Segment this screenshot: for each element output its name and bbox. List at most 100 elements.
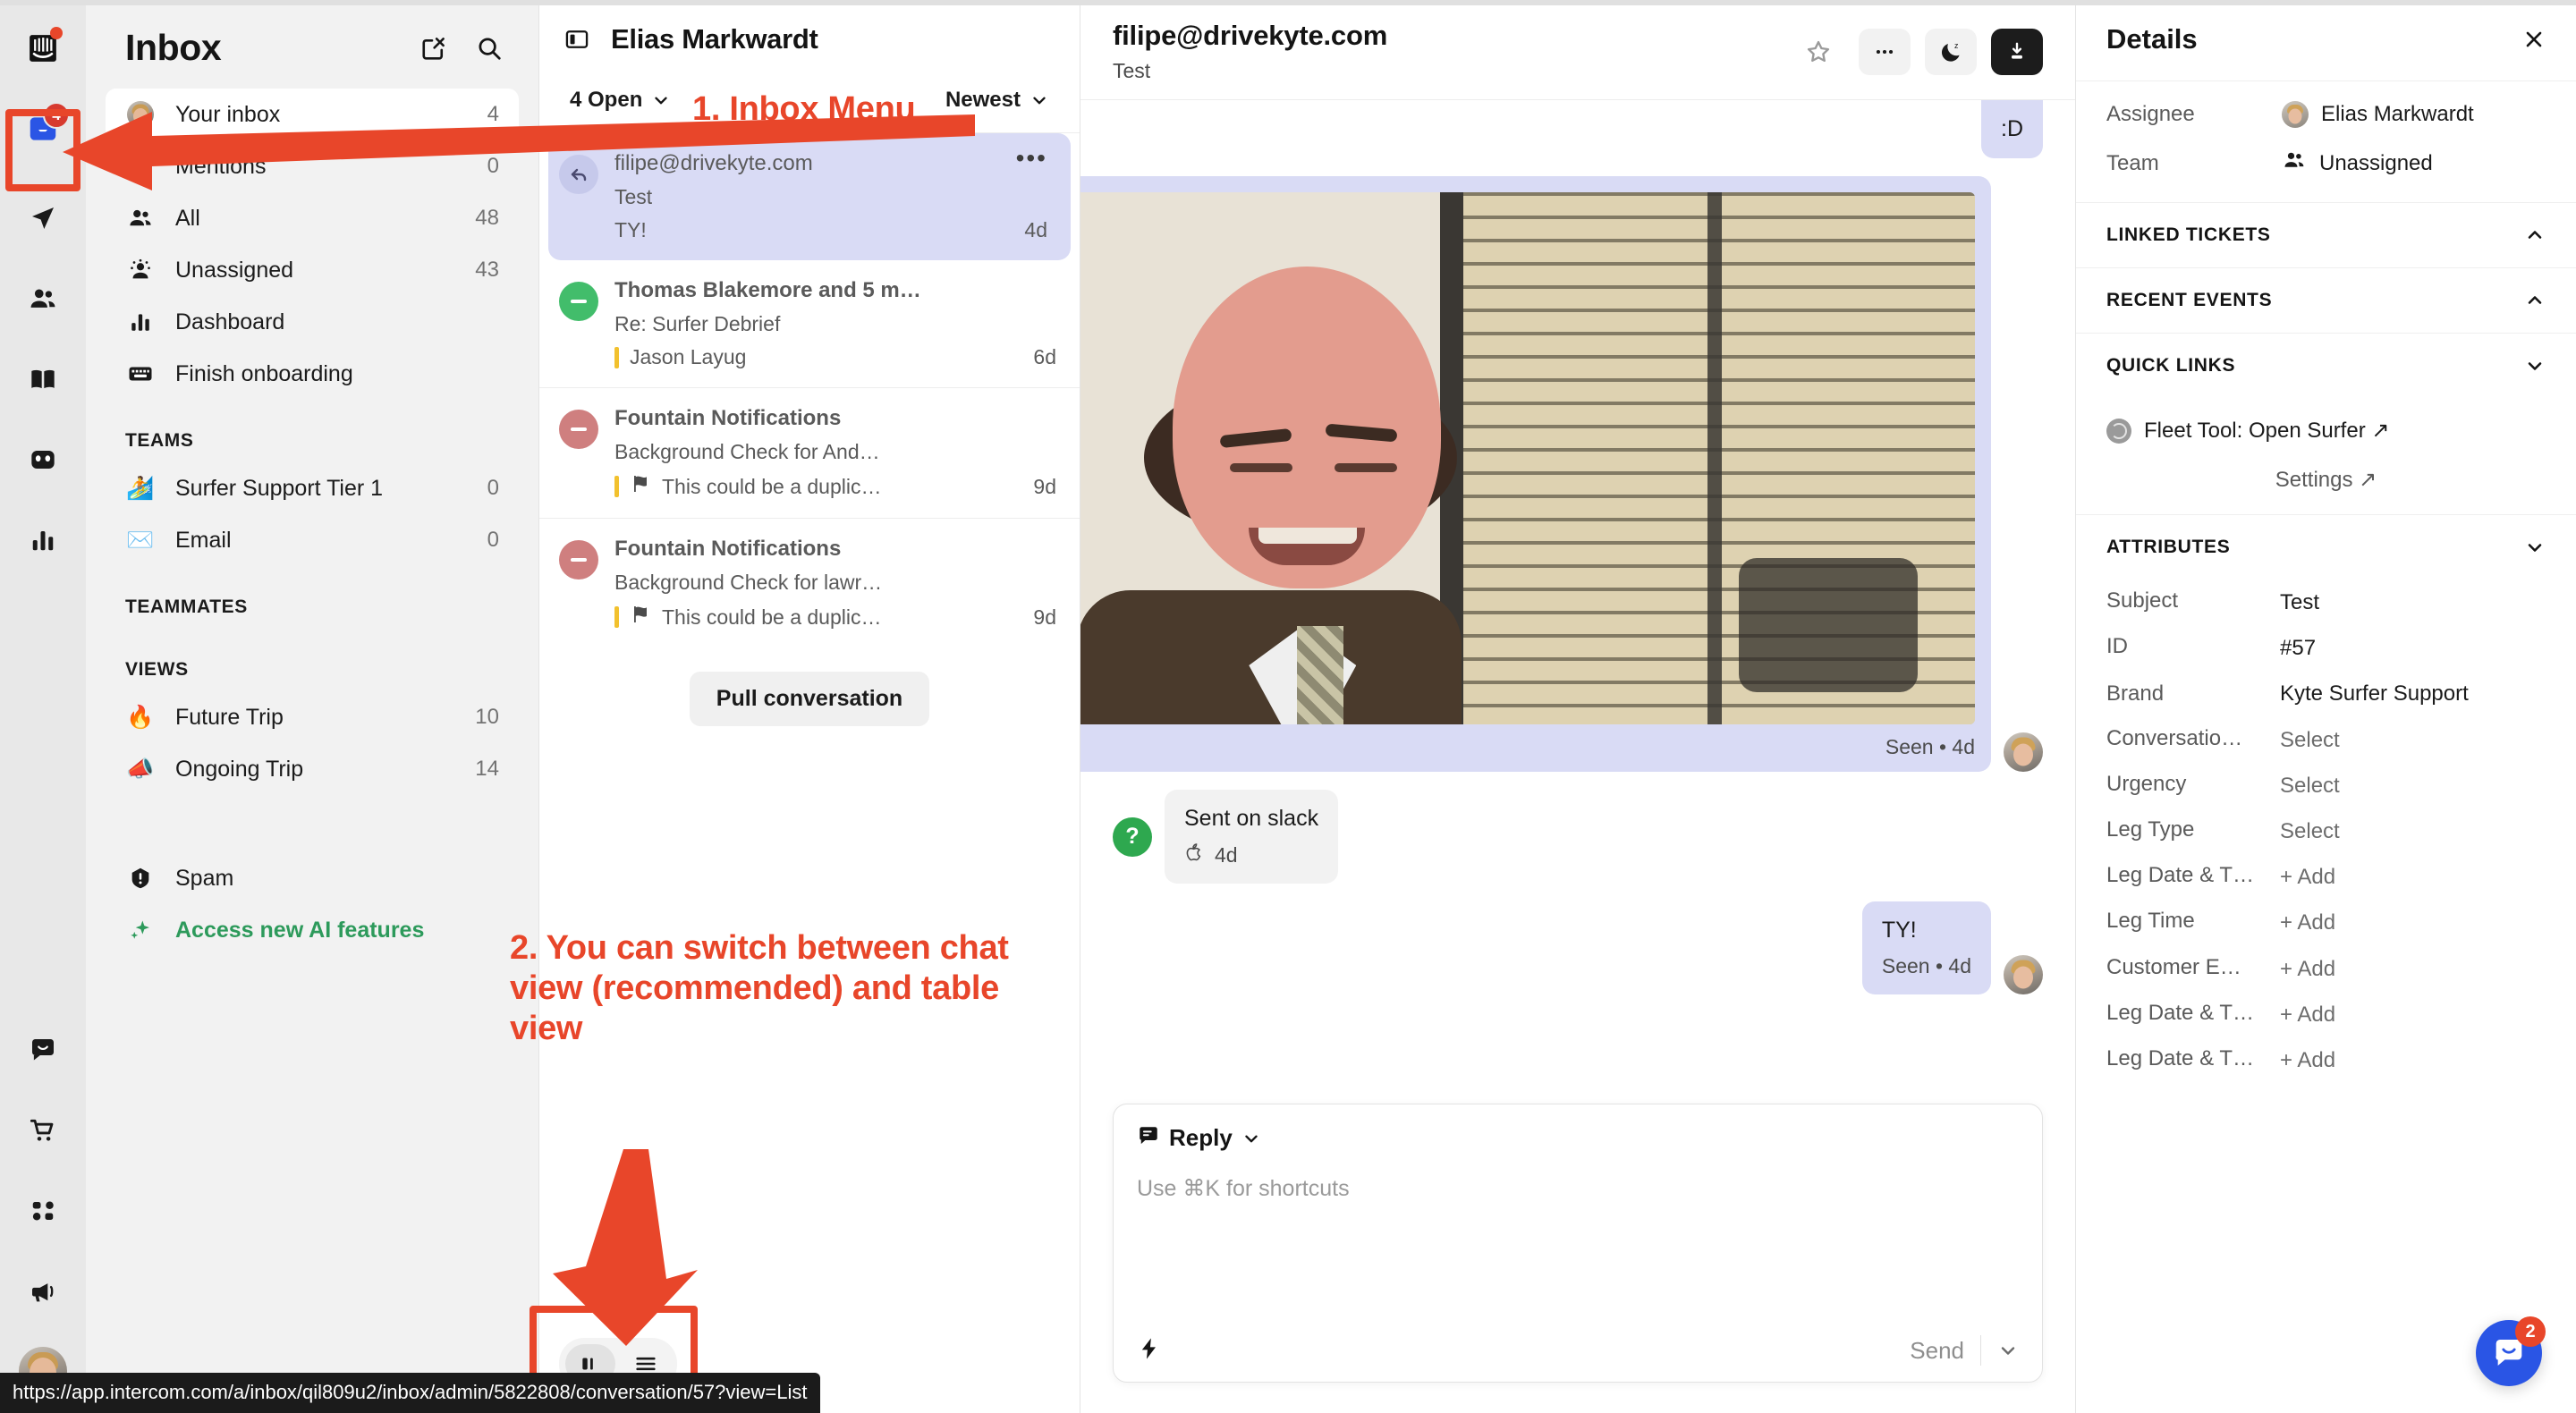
sidebar-item-ongoing-trip[interactable]: 📣 Ongoing Trip 14 (106, 743, 519, 795)
table-row[interactable]: Fountain Notifications Background Check … (539, 387, 1080, 518)
attribute-row[interactable]: Leg Date & T… + Add (2106, 1046, 2546, 1074)
table-row[interactable]: Fountain Notifications Background Check … (539, 518, 1080, 648)
panel-toggle-icon[interactable] (564, 27, 589, 52)
attribute-value: Select (2280, 818, 2340, 843)
message-row: ? Sent on slack 4d (1113, 790, 2043, 884)
composer-footer: Send (1137, 1335, 2019, 1366)
sidebar-item-label: Email (175, 527, 232, 553)
launcher-unread-badge: 2 (2515, 1316, 2546, 1347)
attribute-row[interactable]: Conversatio… Select (2106, 726, 2546, 754)
sidebar-item-label: Spam (175, 865, 234, 891)
avatar (2004, 732, 2043, 772)
intercom-messenger-launcher[interactable]: 2 (2476, 1316, 2546, 1386)
contacts-icon[interactable] (18, 274, 68, 324)
envelope-emoji-icon: ✉️ (126, 527, 155, 553)
attribute-row[interactable]: Leg Type Select (2106, 817, 2546, 845)
apps-grid-icon[interactable] (18, 1186, 68, 1236)
details-section-linked-tickets[interactable]: LINKED TICKETS (2076, 203, 2576, 268)
sidebar-item-surfer-support-tier-1[interactable]: 🏄 Surfer Support Tier 1 0 (106, 462, 519, 514)
table-row[interactable]: filipe@drivekyte.com ••• Test TY! 4d (548, 133, 1071, 260)
compose-icon[interactable] (420, 35, 447, 62)
messenger-chat-icon[interactable] (18, 1025, 68, 1075)
reports-bar-chart-icon[interactable] (18, 515, 68, 565)
conversation-row-top: Fountain Notifications (614, 406, 1056, 431)
nav-section-teams-title: TEAMS (125, 430, 194, 451)
knowledge-book-icon[interactable] (18, 354, 68, 404)
search-icon[interactable] (476, 35, 503, 62)
section-title: LINKED TICKETS (2106, 224, 2271, 245)
attribute-row[interactable]: Customer E… + Add (2106, 955, 2546, 983)
attribute-label: Leg Date & T… (2106, 863, 2254, 888)
unread-bar-icon (614, 476, 619, 497)
reply-composer[interactable]: Reply Use ⌘K for shortcuts Send (1113, 1104, 2043, 1383)
pull-conversation-button[interactable]: Pull conversation (689, 672, 930, 726)
chevron-up-icon (2528, 231, 2542, 239)
notification-dot (50, 27, 63, 39)
sidebar-item-future-trip[interactable]: 🔥 Future Trip 10 (106, 691, 519, 743)
details-row-team[interactable]: Team Unassigned (2106, 148, 2546, 179)
news-megaphone-icon[interactable] (18, 1266, 68, 1316)
sidebar-item-label: Finish onboarding (175, 360, 353, 386)
message-status: Seen • 4d (1885, 735, 1975, 758)
conversation-sender: Thomas Blakemore and 5 m… (614, 278, 921, 302)
attribute-row[interactable]: Leg Time + Add (2106, 909, 2546, 936)
quick-links-settings-link[interactable]: Settings ↗ (2106, 454, 2546, 493)
sidebar-item-finish-onboarding[interactable]: Finish onboarding (106, 348, 519, 400)
attribute-row[interactable]: Subject Test (2106, 588, 2546, 616)
sidebar-item-all[interactable]: All 48 (106, 192, 519, 244)
details-section-recent-events[interactable]: RECENT EVENTS (2076, 268, 2576, 334)
attribute-label: Leg Date & T… (2106, 1045, 2254, 1070)
attribute-row[interactable]: Brand Kyte Surfer Support (2106, 680, 2546, 707)
intercom-logo-icon[interactable] (18, 23, 68, 73)
section-title: ATTRIBUTES (2106, 537, 2231, 557)
more-options-icon[interactable]: ••• (1016, 146, 1047, 171)
status-filter-dropdown[interactable]: 4 Open (570, 88, 671, 113)
commerce-cart-icon[interactable] (18, 1105, 68, 1155)
sidebar-item-label: Surfer Support Tier 1 (175, 475, 384, 501)
fin-ai-icon[interactable] (18, 435, 68, 485)
sidebar-item-count: 48 (475, 206, 499, 230)
table-row[interactable]: Thomas Blakemore and 5 m… Re: Surfer Deb… (539, 260, 1080, 387)
attribute-row[interactable]: ID #57 (2106, 634, 2546, 662)
people-icon (125, 205, 156, 232)
close-icon[interactable] (2522, 28, 2546, 51)
send-button[interactable]: Send (1910, 1337, 1964, 1365)
reply-input-placeholder[interactable]: Use ⌘K for shortcuts (1137, 1175, 2019, 1335)
close-conversation-icon[interactable] (1991, 29, 2043, 75)
composer-mode-selector[interactable]: Reply (1137, 1124, 2019, 1152)
conversation-row-body: Thomas Blakemore and 5 m… Re: Surfer Deb… (614, 278, 1056, 369)
sidebar-item-unassigned[interactable]: Unassigned 43 (106, 244, 519, 296)
sidebar-item-your-inbox[interactable]: Your inbox 4 (106, 89, 519, 140)
attribute-label: Conversatio… (2106, 725, 2243, 750)
details-section-quick-links[interactable]: QUICK LINKS (2076, 334, 2576, 398)
sort-filter-dropdown[interactable]: Newest (945, 88, 1049, 113)
conversation-row-top: Thomas Blakemore and 5 m… (614, 278, 1056, 303)
send-outbound-icon[interactable] (18, 193, 68, 243)
sidebar-item-dashboard[interactable]: Dashboard (106, 296, 519, 348)
details-row-assignee[interactable]: Assignee Elias Markwardt (2106, 101, 2546, 128)
attribute-label: Leg Type (2106, 816, 2195, 842)
sidebar-item-access-new-ai-features[interactable]: Access new AI features (106, 904, 519, 956)
attribute-row[interactable]: Leg Date & T… + Add (2106, 1001, 2546, 1028)
message-row: TY! Seen • 4d (1113, 901, 2043, 994)
details-section-attributes[interactable]: ATTRIBUTES (2076, 515, 2576, 580)
conversation-row-bottom: This could be a duplic… 9d (614, 604, 1056, 630)
chevron-down-icon (1245, 1135, 1258, 1142)
lightning-macro-icon[interactable] (1137, 1336, 1162, 1366)
note-bubble: Sent on slack 4d (1165, 790, 1339, 884)
fire-emoji-icon: 🔥 (126, 704, 155, 730)
quick-link-fleet-tool[interactable]: Fleet Tool: Open Surfer ↗ (2106, 407, 2546, 454)
sidebar-item-mentions[interactable]: Mentions 0 (106, 140, 519, 192)
star-icon[interactable] (1792, 29, 1844, 75)
attached-image[interactable] (1080, 192, 1975, 724)
snooze-moon-icon[interactable]: z (1925, 29, 1977, 75)
flag-icon (630, 473, 651, 500)
attribute-row[interactable]: Urgency Select (2106, 772, 2546, 800)
attribute-value: Test (2280, 590, 2320, 614)
sidebar-item-spam[interactable]: Spam (106, 852, 519, 904)
attribute-label: Leg Date & T… (2106, 1000, 2254, 1025)
inbox-nav-list: Your inbox 4 Mentions 0 All 48 Unassigne… (86, 89, 538, 400)
sidebar-item-email[interactable]: ✉️ Email 0 (106, 514, 519, 566)
more-options-icon[interactable] (1859, 29, 1911, 75)
attribute-row[interactable]: Leg Date & T… + Add (2106, 863, 2546, 891)
